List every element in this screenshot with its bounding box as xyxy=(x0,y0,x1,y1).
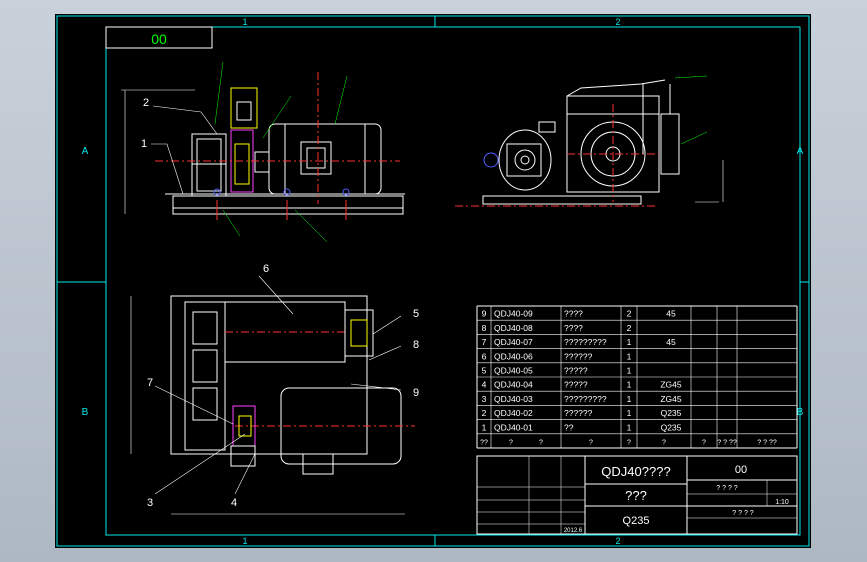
callout-1: 1 xyxy=(141,138,147,150)
inner-frame xyxy=(105,26,801,536)
callout-6: 6 xyxy=(263,263,269,275)
bom-row-name: ????? xyxy=(564,366,588,376)
bom-row-name: ????????? xyxy=(564,337,607,347)
bom-header-cell: ?? xyxy=(480,440,488,447)
bom-row-code: QDJ40-02 xyxy=(494,408,533,418)
bom-row-code: QDJ40-06 xyxy=(494,351,533,361)
callout-9: 9 xyxy=(413,387,419,399)
bom-row-code: QDJ40-07 xyxy=(494,337,533,347)
bom-row-no: 4 xyxy=(482,380,487,390)
bom-header-cell: ? xyxy=(509,440,513,447)
bom-row-no: 2 xyxy=(482,408,487,418)
bom-row-qty: 1 xyxy=(627,422,632,432)
bom-row-no: 8 xyxy=(482,323,487,333)
outer-frame xyxy=(56,15,810,547)
bom-row-name: ?????? xyxy=(564,351,593,361)
bom-row-no: 7 xyxy=(482,337,487,347)
bom-row-qty: 1 xyxy=(627,351,632,361)
bom-row-name: ????? xyxy=(564,380,588,390)
bom-row-material: ZG45 xyxy=(660,380,682,390)
bom-row-material: Q235 xyxy=(661,408,682,418)
bom-row-name: ????????? xyxy=(564,394,607,404)
callout-2: 2 xyxy=(143,97,149,109)
zone-right-a: A xyxy=(797,146,804,157)
bom-row-name: ???? xyxy=(564,323,583,333)
side-view xyxy=(455,75,724,207)
bom-row-code: QDJ40-04 xyxy=(494,380,533,390)
bom-header-cell: ? xyxy=(589,440,593,447)
corner-code: 00 xyxy=(151,31,167,47)
drawing-sheet: 1 2 1 2 A B A B 00 2 1 6 5 8 9 7 3 4 9 Q… xyxy=(55,14,811,548)
zone-bottom-1: 1 xyxy=(242,536,247,546)
bom-row-qty: 2 xyxy=(627,323,632,333)
bom-row-name: ?? xyxy=(564,422,574,432)
zone-left-b: B xyxy=(82,407,89,418)
bom-row-no: 1 xyxy=(482,422,487,432)
bom-row-code: QDJ40-05 xyxy=(494,366,533,376)
bom-row-qty: 1 xyxy=(627,380,632,390)
bom-row-qty: 1 xyxy=(627,366,632,376)
cad-drawing: 1 2 1 2 A B A B 00 2 1 6 5 8 9 7 3 4 9 Q… xyxy=(56,15,810,547)
bom-row-name: ?????? xyxy=(564,408,593,418)
scale: 1:10 xyxy=(775,499,789,506)
bom-row-no: 5 xyxy=(482,366,487,376)
bom-header-cell: ? xyxy=(627,440,631,447)
bom-row-code: QDJ40-03 xyxy=(494,394,533,404)
bom-row-no: 6 xyxy=(482,351,487,361)
bom-row-material: ZG45 xyxy=(660,394,682,404)
bom-header-cell: ? ? ?? xyxy=(717,440,737,447)
bom-header-cell: ? xyxy=(662,440,666,447)
callout-4: 4 xyxy=(231,497,237,509)
bom-row-material: Q235 xyxy=(661,422,682,432)
bom-header-cell: ? xyxy=(702,440,706,447)
bom-row-no: 9 xyxy=(482,309,487,319)
bom-table: 9 QDJ40-09???? 2 458 QDJ40-08???? 27 QDJ40-07?… xyxy=(476,305,798,449)
callout-5: 5 xyxy=(413,308,419,320)
callout-3: 3 xyxy=(147,497,153,509)
bom-row-qty: 1 xyxy=(627,394,632,404)
bom-header-cell: ? xyxy=(539,440,543,447)
zone-left-a: A xyxy=(82,146,89,157)
bom-row-code: QDJ40-08 xyxy=(494,323,533,333)
callout-8: 8 xyxy=(413,339,419,351)
zone-bottom-2: 2 xyxy=(615,536,620,546)
callout-7: 7 xyxy=(147,377,153,389)
date: 2012.6 xyxy=(564,528,583,534)
bom-row-material: 45 xyxy=(666,337,676,347)
sheet-marks: ? ? ? ? xyxy=(732,510,754,517)
bom-row-no: 3 xyxy=(482,394,487,404)
bom-row-name: ???? xyxy=(564,309,583,319)
part-name: ??? xyxy=(625,488,647,503)
bom-row-qty: 2 xyxy=(627,309,632,319)
bom-row-code: QDJ40-01 xyxy=(494,422,533,432)
drawing-number: 00 xyxy=(735,464,747,476)
bom-row-code: QDJ40-09 xyxy=(494,309,533,319)
bom-row-qty: 1 xyxy=(627,408,632,418)
bom-header-cell: ? ? ?? xyxy=(757,440,777,447)
drawing-name: QDJ40???? xyxy=(601,464,670,479)
zone-top-2: 2 xyxy=(615,17,620,27)
bom-row-qty: 1 xyxy=(627,337,632,347)
zone-right-b: B xyxy=(797,407,804,418)
top-view xyxy=(130,275,415,515)
bom-row-material: 45 xyxy=(666,309,676,319)
front-view xyxy=(121,61,405,243)
material: Q235 xyxy=(623,515,650,527)
zone-top-1: 1 xyxy=(242,17,247,27)
stage-marks: ? ? ? ? xyxy=(716,485,738,492)
